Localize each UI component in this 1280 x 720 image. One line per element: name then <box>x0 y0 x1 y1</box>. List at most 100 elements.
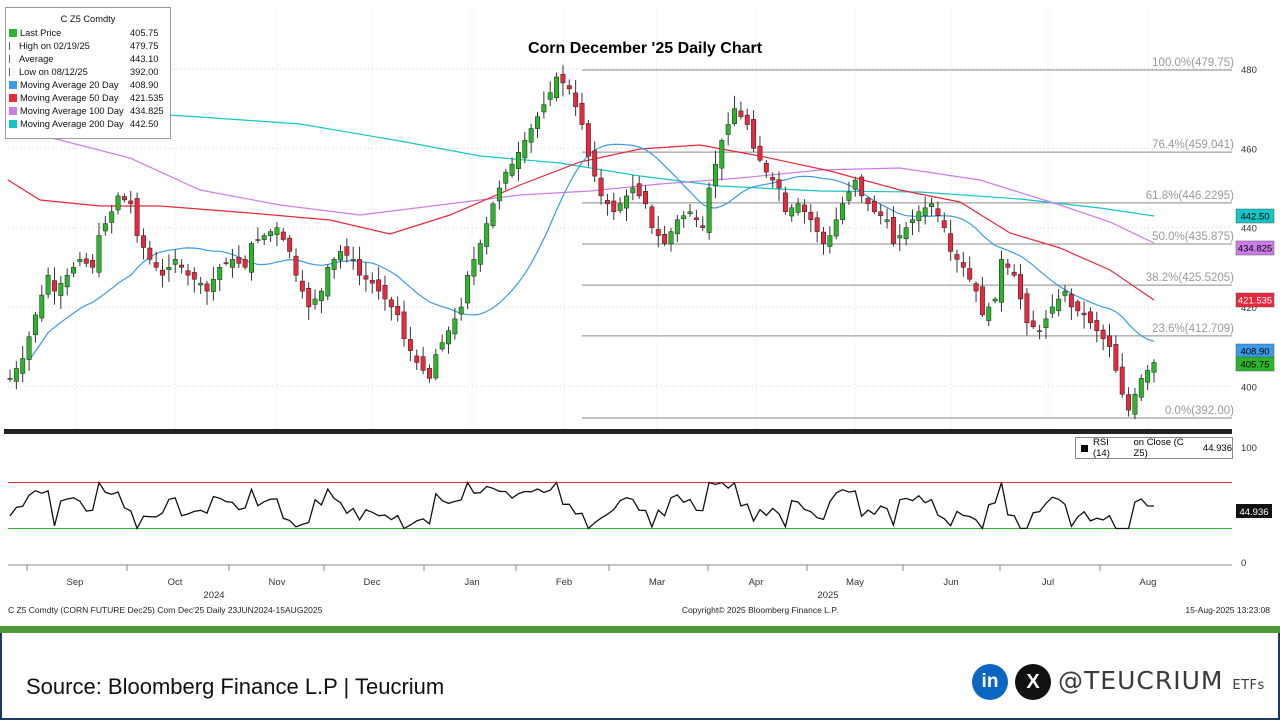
ma-20-line <box>28 143 1155 361</box>
candlesticks <box>7 65 1157 420</box>
candle-body <box>871 200 877 213</box>
legend-swatch <box>9 106 17 115</box>
candle-body <box>967 268 973 280</box>
legend-row: High on 02/19/25 479.75 <box>6 39 170 52</box>
candle-body <box>1024 293 1030 324</box>
candle-body <box>1145 370 1151 383</box>
footer-copyright: Copyright© 2025 Bloomberg Finance L.P. <box>682 605 838 615</box>
candle-body <box>223 262 229 264</box>
candle-body <box>566 85 572 90</box>
month-label: Nov <box>269 577 286 588</box>
candle-body <box>325 267 331 297</box>
candle-body <box>986 306 992 321</box>
legend-label: Average <box>19 53 54 64</box>
candle-body <box>141 235 146 248</box>
candle-body <box>515 152 521 169</box>
rsi-tick-label: 0 <box>1241 558 1246 569</box>
price-tag-label: 408.90 <box>1240 347 1269 358</box>
candle-body <box>611 200 617 213</box>
legend-value: 408.90 <box>130 79 159 90</box>
footer-band <box>0 626 1280 633</box>
candle-body <box>509 163 515 176</box>
candle-body <box>357 259 363 276</box>
rsi-swatch <box>1081 444 1088 452</box>
candle-body <box>960 262 966 268</box>
candle-body <box>32 314 38 336</box>
brand-logo: @TEUCRIUM ETFs <box>1058 666 1265 695</box>
candle-body <box>274 227 280 236</box>
chart-footer: C Z5 Comdty (CORN FUTURE Dec25) Corn Dec… <box>8 605 1270 615</box>
candle-body <box>674 219 680 235</box>
candle-body <box>414 355 420 363</box>
rsi-line <box>9 480 1154 531</box>
legend-title: C Z5 Comdty <box>60 14 116 24</box>
candle-body <box>236 257 242 264</box>
candle-body <box>922 207 928 216</box>
candle-body <box>732 108 737 124</box>
candle-body <box>744 114 750 125</box>
candle-body <box>439 342 445 350</box>
legend-swatch <box>9 93 17 102</box>
candle-body <box>166 267 172 270</box>
price-tag-label: 421.535 <box>1238 296 1272 307</box>
legend-swatch <box>9 119 17 128</box>
candle-body <box>897 235 903 239</box>
legend-row: Last Price 405.75 <box>6 26 170 39</box>
candle-body <box>210 278 216 292</box>
month-label: Feb <box>556 577 572 588</box>
candle-body <box>833 219 839 237</box>
candle-body <box>624 195 629 209</box>
legend-row: Moving Average 20 Day 408.90 <box>6 78 170 91</box>
linkedin-icon[interactable]: in <box>972 664 1008 700</box>
month-label: Jun <box>943 577 958 588</box>
fib-label: 61.8%(446.2295) <box>1146 190 1234 202</box>
candle-body <box>738 110 744 117</box>
candle-body <box>1094 320 1100 332</box>
candle-body <box>420 356 426 371</box>
candle-body <box>249 243 254 273</box>
candle-body <box>554 76 560 98</box>
rsi-tick-label: 100 <box>1241 443 1257 454</box>
candle-body <box>941 220 947 228</box>
candle-body <box>1062 290 1068 296</box>
candle-body <box>128 200 134 205</box>
candle-body <box>115 195 121 211</box>
candle-body <box>465 274 471 304</box>
candle-body <box>662 233 668 244</box>
year-label: 2025 <box>817 590 838 601</box>
candle-body <box>782 192 788 213</box>
panel-divider <box>4 429 1232 434</box>
candle-body <box>1043 318 1049 328</box>
x-icon[interactable]: X <box>1015 664 1051 700</box>
candle-body <box>598 177 604 197</box>
candle-body <box>96 235 102 273</box>
candle-body <box>592 150 598 177</box>
candle-body <box>121 196 127 201</box>
legend-swatch <box>9 41 16 50</box>
candle-body <box>1081 312 1087 316</box>
candle-body <box>204 283 210 292</box>
legend-row: Moving Average 200 Day 442.50 <box>6 117 170 130</box>
rsi-legend-value: 44.936 <box>1202 442 1232 454</box>
price-axis: 400420440460480 <box>4 65 1257 434</box>
legend-value: 434.825 <box>130 105 164 116</box>
legend-value: 405.75 <box>130 27 159 38</box>
candle-body <box>255 239 261 241</box>
candle-body <box>585 123 591 157</box>
candle-body <box>52 280 57 292</box>
candle-body <box>172 259 178 265</box>
candle-body <box>1126 394 1132 411</box>
candle-body <box>757 145 763 161</box>
legend-value: 392.00 <box>130 66 159 77</box>
candle-body <box>821 231 826 244</box>
candle-body <box>948 233 954 252</box>
candle-body <box>655 229 661 236</box>
candle-body <box>427 368 432 379</box>
candle-body <box>789 207 795 217</box>
legend-label: Last Price <box>20 27 62 38</box>
footer-timestamp: 15-Aug-2025 13:23:08 <box>1185 605 1270 615</box>
legend-label: Moving Average 20 Day <box>20 79 119 90</box>
candle-body <box>1011 271 1017 276</box>
candle-body <box>547 92 553 100</box>
rsi-panel: 100 0 44.936 <box>8 443 1272 569</box>
